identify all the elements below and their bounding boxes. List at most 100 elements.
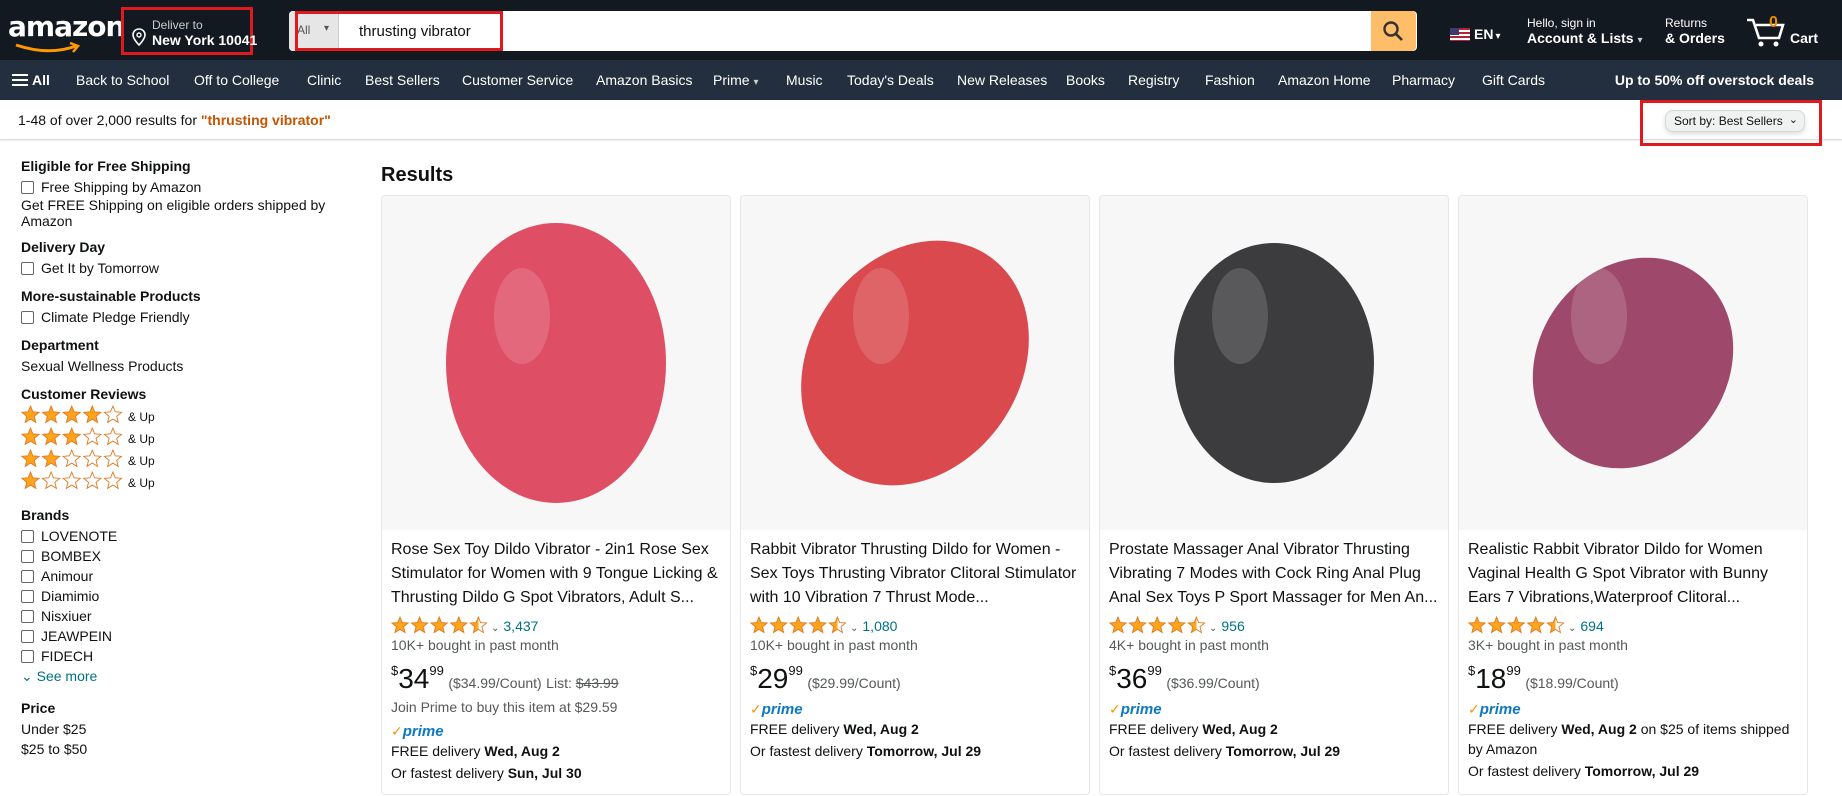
star-icon (1128, 615, 1147, 634)
star-icon (41, 404, 61, 424)
nav-item-pharmacy[interactable]: Pharmacy (1392, 72, 1455, 88)
product-title-link[interactable]: Rose Sex Toy Dildo Vibrator - 2in1 Rose … (391, 538, 721, 610)
brand-filter-jeawpein[interactable]: JEAWPEIN (21, 626, 351, 646)
nav-item-amazon-home[interactable]: Amazon Home (1278, 72, 1371, 88)
checkbox[interactable] (21, 311, 34, 324)
checkbox[interactable] (21, 530, 34, 543)
nav-promo-link[interactable]: Up to 50% off overstock deals (1615, 72, 1814, 88)
brand-filter-animour[interactable]: Animour (21, 566, 351, 586)
nav-item-registry[interactable]: Registry (1128, 72, 1179, 88)
fastest-prefix: Or fastest delivery (1109, 743, 1226, 759)
review-filter-1-stars[interactable]: & Up (20, 470, 351, 493)
search-department-select[interactable]: All ▾ (289, 11, 339, 51)
chevron-down-icon[interactable]: ⌄ (1209, 623, 1217, 634)
brand-filter-fidech[interactable]: FIDECH (21, 646, 351, 666)
review-count-link[interactable]: 694 (1580, 618, 1603, 634)
review-filter-2-stars[interactable]: & Up (20, 448, 351, 471)
delivery-info: FREE delivery Wed, Aug 2 (750, 719, 1080, 739)
nav-item-music[interactable]: Music (786, 72, 823, 88)
search-button[interactable] (1371, 11, 1416, 51)
product-title-link[interactable]: Prostate Massager Anal Vibrator Thrustin… (1109, 538, 1439, 610)
product-rating[interactable]: ⌄ 1,080 (749, 615, 1080, 636)
checkbox[interactable] (21, 570, 34, 583)
checkbox[interactable] (21, 550, 34, 563)
filter-free-shipping[interactable]: Free Shipping by Amazon (21, 177, 351, 197)
product-image[interactable] (382, 196, 730, 530)
review-count-link[interactable]: 1,080 (862, 618, 897, 634)
star-icon (20, 470, 41, 490)
review-count-link[interactable]: 956 (1221, 618, 1244, 634)
product-image[interactable] (1459, 196, 1807, 530)
product-price[interactable]: $2999 (750, 663, 803, 694)
checkbox[interactable] (21, 262, 34, 275)
review-filter-4-stars[interactable]: & Up (20, 404, 351, 427)
chevron-down-icon[interactable]: ⌄ (850, 623, 858, 634)
product-price[interactable]: $1899 (1468, 663, 1521, 694)
product-image[interactable] (1100, 196, 1448, 530)
product-price[interactable]: $3499 (391, 663, 444, 694)
nav-item-gift-cards[interactable]: Gift Cards (1482, 72, 1545, 88)
product-image[interactable] (741, 196, 1089, 530)
chevron-down-icon[interactable]: ⌄ (491, 623, 499, 634)
product-rating[interactable]: ⌄ 694 (1467, 615, 1798, 636)
cart-count: 0 (1769, 14, 1778, 31)
product-card[interactable]: Rabbit Vibrator Thrusting Dildo for Wome… (740, 195, 1090, 795)
search-input[interactable] (349, 11, 1249, 51)
nav-item-prime[interactable]: Prime ▾ (713, 72, 758, 88)
star-icon (61, 404, 82, 424)
product-title-link[interactable]: Realistic Rabbit Vibrator Dildo for Wome… (1468, 538, 1798, 610)
review-count-link[interactable]: 3,437 (503, 618, 538, 634)
nav-item-fashion[interactable]: Fashion (1205, 72, 1255, 88)
checkbox[interactable] (21, 630, 34, 643)
prime-check-icon: ✓ (750, 701, 762, 717)
brand-filter-diamimio[interactable]: Diamimio (21, 586, 351, 606)
amazon-logo[interactable]: amazon (8, 12, 125, 53)
review-filter-3-stars[interactable]: & Up (20, 426, 351, 449)
brand-filter-nisxiuer[interactable]: Nisxiuer (21, 606, 351, 626)
product-rating[interactable]: ⌄ 956 (1108, 615, 1439, 636)
sort-dropdown[interactable]: Sort by: Best Sellers ⌄ (1665, 110, 1805, 132)
checkbox[interactable] (21, 650, 34, 663)
nav-item-new-releases[interactable]: New Releases (957, 72, 1047, 88)
product-title-link[interactable]: Rabbit Vibrator Thrusting Dildo for Wome… (750, 538, 1080, 610)
language-selector[interactable]: EN ▾ (1450, 26, 1500, 42)
fastest-date: Tomorrow, Jul 29 (1225, 743, 1341, 759)
price-filter-25-to-50[interactable]: $25 to $50 (21, 739, 351, 759)
price-filter-under-25[interactable]: Under $25 (21, 719, 351, 739)
product-card[interactable]: Rose Sex Toy Dildo Vibrator - 2in1 Rose … (381, 195, 731, 795)
filter-get-it-tomorrow[interactable]: Get It by Tomorrow (21, 258, 351, 278)
product-rating[interactable]: ⌄ 3,437 (390, 615, 721, 636)
fastest-delivery-info: Or fastest delivery Tomorrow, Jul 29 (1468, 761, 1798, 781)
nav-item-todays-deals[interactable]: Today's Deals (847, 72, 934, 88)
account-menu[interactable]: Hello, sign in Account & Lists ▾ (1527, 16, 1643, 46)
brand-filter-lovenote[interactable]: LOVENOTE (21, 526, 351, 546)
product-card[interactable]: Realistic Rabbit Vibrator Dildo for Wome… (1458, 195, 1808, 795)
brand-filter-bombex[interactable]: BOMBEX (21, 546, 351, 566)
see-more-brands-link[interactable]: ⌄ See more (21, 666, 351, 686)
checkbox[interactable] (21, 590, 34, 603)
nav-item-clinic[interactable]: Clinic (307, 72, 341, 88)
nav-item-amazon-basics[interactable]: Amazon Basics (596, 72, 692, 88)
returns-orders[interactable]: Returns & Orders (1665, 16, 1725, 46)
filter-climate-pledge[interactable]: Climate Pledge Friendly (21, 307, 351, 327)
filter-heading-department: Department (21, 337, 99, 353)
star-icon (41, 470, 61, 490)
checkbox[interactable] (21, 610, 34, 623)
star-icon (1506, 615, 1526, 634)
nav-all-menu[interactable]: All (12, 72, 50, 88)
deliver-to-location[interactable]: Deliver to New York 10041 (121, 7, 257, 55)
nav-item-off-to-college[interactable]: Off to College (194, 72, 279, 88)
product-price[interactable]: $3699 (1109, 663, 1162, 694)
cart-button[interactable]: 0 Cart (1745, 12, 1835, 52)
department-link[interactable]: Sexual Wellness Products (21, 356, 351, 376)
nav-item-books[interactable]: Books (1066, 72, 1105, 88)
star-icon (769, 615, 788, 634)
checkbox[interactable] (21, 181, 34, 194)
nav-item-customer-service[interactable]: Customer Service (462, 72, 573, 88)
nav-item-back-to-school[interactable]: Back to School (76, 72, 169, 88)
star-icon (449, 615, 469, 634)
chevron-down-icon[interactable]: ⌄ (1568, 623, 1576, 634)
fastest-date: Tomorrow, Jul 29 (1584, 763, 1700, 779)
nav-item-best-sellers[interactable]: Best Sellers (365, 72, 440, 88)
product-card[interactable]: Prostate Massager Anal Vibrator Thrustin… (1099, 195, 1449, 795)
